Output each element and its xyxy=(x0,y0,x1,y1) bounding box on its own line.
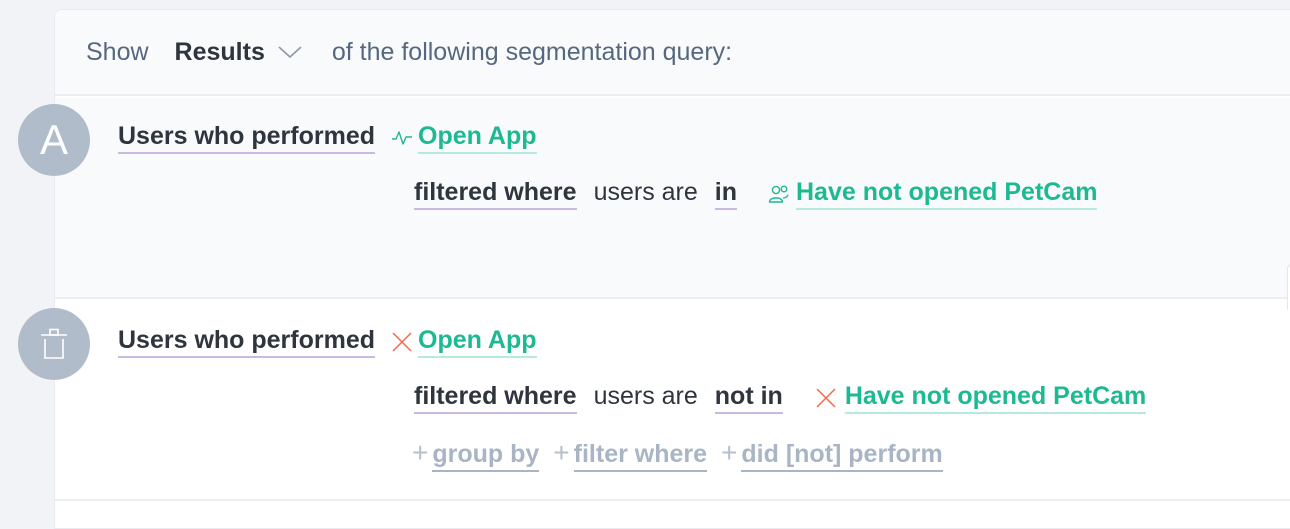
segment-b-add-actions: + group by + filter where + did [not] pe… xyxy=(412,437,943,472)
property-label[interactable]: users are xyxy=(594,382,698,411)
segment-b-event-line: Users who performed Open App xyxy=(118,326,537,358)
users-who-performed-select[interactable]: Users who performed xyxy=(118,326,376,358)
show-label: Show xyxy=(86,37,149,66)
operator-select[interactable]: in xyxy=(714,178,737,210)
event-name-link[interactable]: Open App xyxy=(418,122,537,154)
segment-letter: A xyxy=(39,116,68,163)
filtered-where-select[interactable]: filtered where xyxy=(414,382,577,414)
operator-select[interactable]: not in xyxy=(714,382,783,414)
filtered-where-select[interactable]: filtered where xyxy=(414,178,577,210)
plus-icon: + xyxy=(553,437,570,468)
add-filter-where-link[interactable]: filter where xyxy=(573,440,708,472)
remove-x-icon[interactable] xyxy=(391,331,413,353)
segment-a-event-line: Users who performed Open App xyxy=(118,122,537,154)
segment-a-avatar[interactable]: A xyxy=(18,104,90,176)
delete-segment-button[interactable] xyxy=(18,308,90,380)
measure-dropdown[interactable]: Results xyxy=(175,38,303,67)
remove-x-icon[interactable] xyxy=(815,387,837,409)
plus-icon: + xyxy=(412,437,429,468)
segment-b-filter-line: filtered where users are not in Have not… xyxy=(414,382,1147,414)
measure-selected: Results xyxy=(174,37,265,66)
trash-icon xyxy=(41,328,67,359)
cohort-name-link[interactable]: Have not opened PetCam xyxy=(844,382,1147,414)
cohort-name-link[interactable]: Have not opened PetCam xyxy=(796,178,1098,210)
activity-icon xyxy=(392,131,413,145)
chevron-down-icon xyxy=(278,46,302,59)
header-rest-text: of the following segmentation query: xyxy=(331,37,733,66)
users-who-performed-select[interactable]: Users who performed xyxy=(118,122,376,154)
query-header: Show Results of the following segmentati… xyxy=(55,10,1290,96)
event-name-link[interactable]: Open App xyxy=(418,326,537,358)
property-label[interactable]: users are xyxy=(594,178,698,207)
add-group-by-link[interactable]: group by xyxy=(432,440,540,472)
plus-icon: + xyxy=(721,437,738,468)
segment-a-filter-line: filtered where users are in Have not ope… xyxy=(414,178,1098,210)
add-did-not-perform-link[interactable]: did [not] perform xyxy=(741,440,943,472)
users-icon xyxy=(768,185,789,203)
